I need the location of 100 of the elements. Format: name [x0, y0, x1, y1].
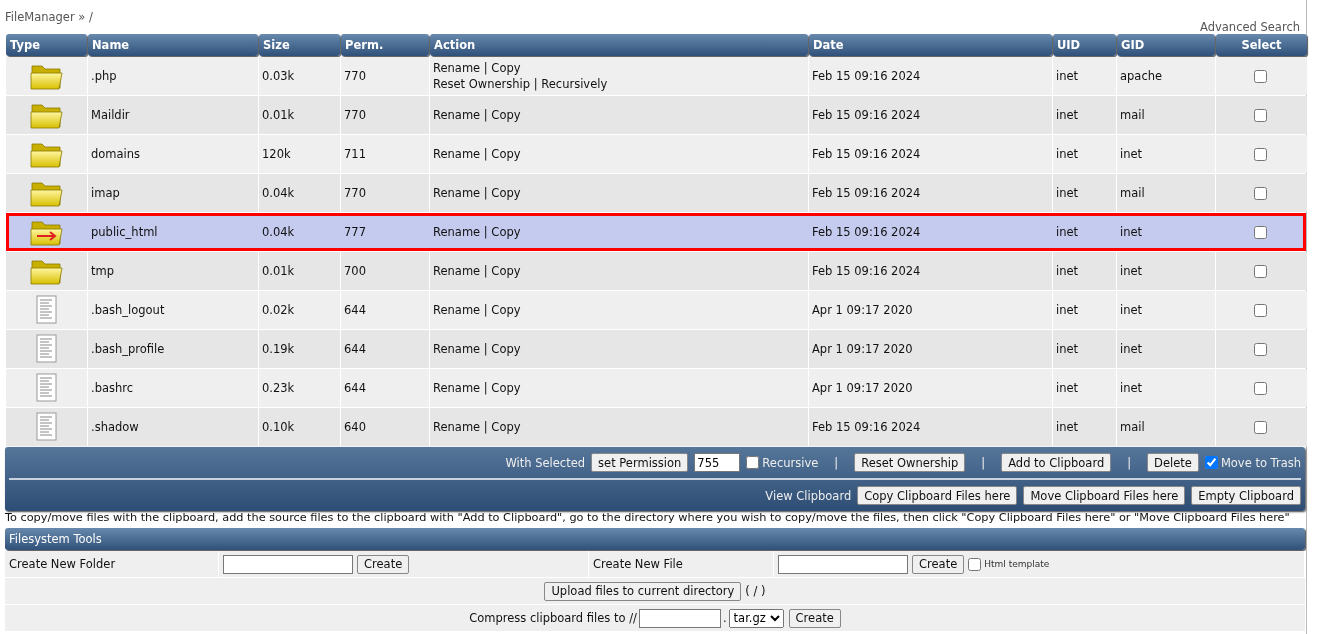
folder-name-field[interactable] — [223, 554, 353, 574]
clipboard-button[interactable]: Empty Clipboard — [1191, 486, 1301, 505]
select-checkbox[interactable] — [1254, 381, 1267, 395]
action-button[interactable]: set Permission — [591, 453, 689, 472]
select-checkbox[interactable] — [1254, 147, 1267, 161]
permission-field[interactable]: 755 — [694, 453, 741, 472]
column-header[interactable]: Select — [1216, 34, 1307, 56]
document-icon — [35, 295, 58, 325]
upload-button[interactable]: Upload files to current directory — [544, 581, 742, 601]
field-label: Compress clipboard files to // — [469, 611, 637, 625]
permission-text: 711 — [344, 147, 367, 161]
select-checkbox[interactable] — [1254, 264, 1267, 278]
separator-mark: | — [483, 147, 488, 161]
action-link[interactable]: Copy — [491, 147, 521, 161]
checkbox-label: Html template — [984, 559, 1050, 569]
gid-text: inet — [1120, 225, 1144, 239]
uid-text: inet — [1056, 69, 1080, 83]
folder-icon — [29, 257, 64, 285]
select-checkbox[interactable] — [1254, 420, 1267, 434]
action-link[interactable]: Copy — [491, 342, 521, 356]
action-link[interactable]: Copy — [491, 264, 521, 278]
action-link[interactable]: Copy — [491, 303, 521, 317]
action-button[interactable]: Reset Ownership — [854, 453, 966, 472]
action-link[interactable]: Rename — [433, 61, 481, 75]
column-header[interactable]: Type — [6, 34, 87, 56]
clipboard-button[interactable]: Copy Clipboard Files here — [857, 486, 1018, 505]
checkbox[interactable] — [1204, 456, 1218, 469]
column-header[interactable]: UID — [1053, 34, 1116, 56]
action-link[interactable]: Rename — [433, 225, 481, 239]
create-button[interactable]: Create — [357, 554, 410, 574]
select-checkbox[interactable] — [1254, 303, 1267, 317]
action-link[interactable]: Copy — [491, 420, 521, 434]
separator-mark: | — [483, 381, 488, 395]
action-link[interactable]: Rename — [433, 186, 481, 200]
date-text: Feb 15 09:16 2024 — [812, 147, 922, 161]
file-name-field[interactable] — [778, 554, 908, 574]
size-text: 0.01k — [262, 264, 296, 278]
breadcrumb[interactable]: FileManager » / — [5, 10, 93, 34]
action-link[interactable]: Rename — [433, 264, 481, 278]
uid-text: inet — [1056, 381, 1080, 395]
archive-name-field[interactable] — [638, 608, 721, 628]
gid-text: inet — [1120, 264, 1144, 278]
column-header[interactable]: GID — [1117, 34, 1215, 56]
folder-icon — [29, 179, 64, 207]
select-checkbox[interactable] — [1254, 186, 1267, 200]
action-link[interactable]: Recursively — [541, 77, 608, 91]
action-link[interactable]: Reset Ownership — [433, 77, 531, 91]
format-select[interactable]: tar.gz — [728, 608, 784, 628]
separator-mark: | — [834, 455, 839, 470]
file-name[interactable]: public_html — [91, 225, 255, 239]
uid-text: inet — [1056, 303, 1080, 317]
gid-text: mail — [1120, 420, 1146, 434]
help-text: To copy/move files with the clipboard, add the source files to the clipboard with "Add to Clipboard", go to the directory where you wish to copy/move the files, then click "Copy Clipboard Files here" or "Move Clipboard Files here" — [5, 511, 1291, 526]
uid-text: inet — [1056, 225, 1080, 239]
select-checkbox[interactable] — [1254, 69, 1267, 83]
action-link[interactable]: Copy — [491, 108, 521, 122]
create-button[interactable]: Create — [788, 608, 841, 628]
uid-text: inet — [1056, 342, 1080, 356]
action-link[interactable]: Rename — [433, 147, 481, 161]
folder-icon — [29, 62, 64, 90]
size-text: 0.04k — [262, 186, 296, 200]
size-text: 0.19k — [262, 342, 296, 356]
clipboard-button[interactable]: Move Clipboard Files here — [1023, 486, 1186, 505]
date-text: Feb 15 09:16 2024 — [812, 108, 922, 122]
select-checkbox[interactable] — [1254, 342, 1267, 356]
separator-mark: | — [533, 77, 538, 91]
action-link[interactable]: Rename — [433, 420, 481, 434]
action-link[interactable]: Copy — [491, 61, 521, 75]
action-link[interactable]: Rename — [433, 108, 481, 122]
size-text: 0.04k — [262, 225, 296, 239]
checkbox[interactable] — [746, 456, 760, 469]
permission-text: 644 — [344, 342, 367, 356]
create-button[interactable]: Create — [912, 554, 965, 574]
action-button[interactable]: Add to Clipboard — [1001, 453, 1112, 472]
action-link[interactable]: Rename — [433, 303, 481, 317]
select-checkbox[interactable] — [1254, 225, 1267, 239]
permission-text: 700 — [344, 264, 367, 278]
action-button[interactable]: Delete — [1147, 453, 1199, 472]
action-link[interactable]: Copy — [491, 381, 521, 395]
column-header[interactable]: Perm. — [341, 34, 429, 56]
column-header[interactable]: Action — [430, 34, 808, 56]
action-link[interactable]: Rename — [433, 342, 481, 356]
separator-mark: | — [1127, 455, 1132, 470]
permission-text: 640 — [344, 420, 367, 434]
column-header[interactable]: Size — [259, 34, 340, 56]
size-text: 0.03k — [262, 69, 296, 83]
checkbox[interactable] — [968, 557, 982, 571]
permission-text: 770 — [344, 186, 367, 200]
column-header[interactable]: Name — [88, 34, 258, 56]
advanced-search-link[interactable]: Advanced Search — [1200, 20, 1300, 34]
action-link[interactable]: Copy — [491, 225, 521, 239]
column-header[interactable]: Date — [809, 34, 1052, 56]
folder-icon — [29, 140, 64, 168]
folder-icon — [29, 101, 64, 129]
action-link[interactable]: Rename — [433, 381, 481, 395]
document-icon — [35, 373, 58, 403]
uid-text: inet — [1056, 108, 1080, 122]
select-checkbox[interactable] — [1254, 108, 1267, 122]
checkbox-label: Recursive — [762, 455, 819, 470]
action-link[interactable]: Copy — [491, 186, 521, 200]
